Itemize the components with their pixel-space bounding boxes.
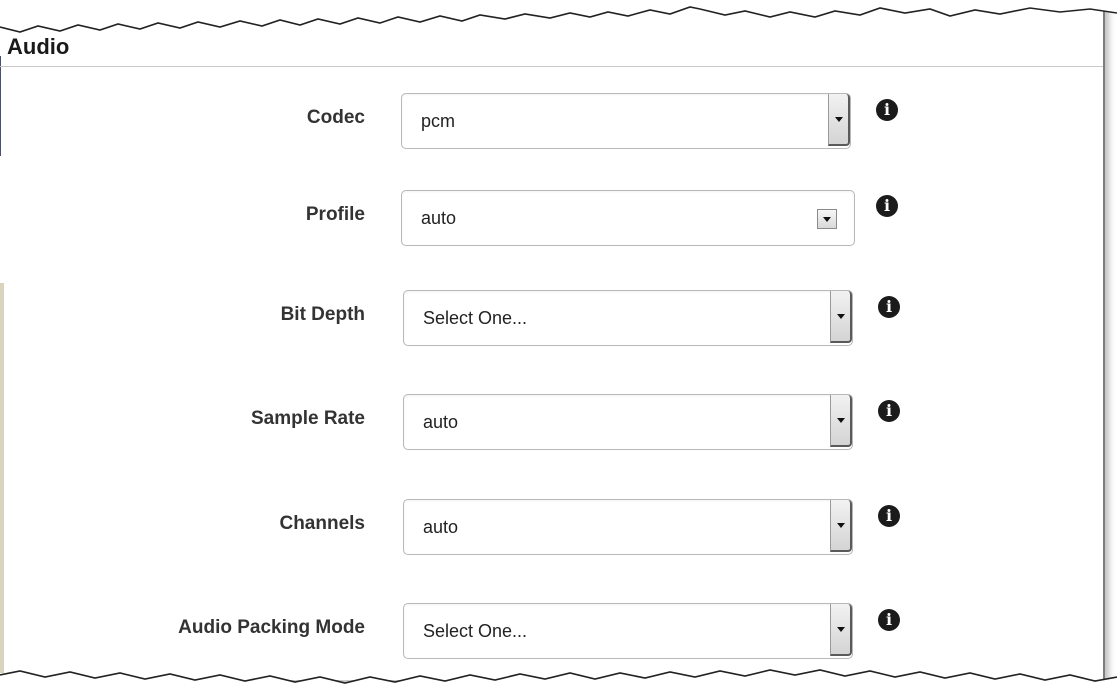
codec-label: Codec xyxy=(306,107,365,128)
section-title: Audio xyxy=(7,34,70,59)
profile-label: Profile xyxy=(305,204,365,225)
chevron-down-icon[interactable] xyxy=(817,209,837,229)
chevron-down-icon[interactable] xyxy=(830,291,852,343)
audio-packing-mode-dropdown[interactable]: Select One... xyxy=(403,603,853,659)
profile-value: auto xyxy=(421,208,457,228)
audio-packing-mode-row: Audio Packing Mode Select One... i xyxy=(0,603,1000,659)
channels-label: Channels xyxy=(279,513,365,534)
profile-row: Profile auto i xyxy=(0,190,1000,246)
screenshot-stage: Audio Codec pcm i Profile auto i Bit Dep… xyxy=(0,0,1117,697)
chevron-down-icon[interactable] xyxy=(830,604,852,656)
info-icon[interactable]: i xyxy=(878,400,900,422)
profile-dropdown[interactable]: auto xyxy=(401,190,855,246)
codec-row: Codec pcm i xyxy=(0,93,1000,149)
chevron-down-icon[interactable] xyxy=(830,500,852,552)
info-icon[interactable]: i xyxy=(878,296,900,318)
info-icon[interactable]: i xyxy=(878,609,900,631)
torn-edge-bottom xyxy=(0,669,1117,697)
sample-rate-dropdown[interactable]: auto xyxy=(403,394,853,450)
channels-row: Channels auto i xyxy=(0,499,1000,555)
bit-depth-label: Bit Depth xyxy=(280,304,365,325)
torn-edge-top xyxy=(0,0,1117,33)
chevron-down-icon[interactable] xyxy=(830,395,852,447)
codec-value: pcm xyxy=(421,111,456,131)
info-icon[interactable]: i xyxy=(878,505,900,527)
info-icon[interactable]: i xyxy=(876,99,898,121)
audio-packing-mode-label: Audio Packing Mode xyxy=(178,617,365,638)
channels-value: auto xyxy=(423,517,459,537)
channels-dropdown[interactable]: auto xyxy=(403,499,853,555)
sample-rate-label: Sample Rate xyxy=(250,408,365,429)
chevron-down-icon[interactable] xyxy=(828,94,850,146)
info-icon[interactable]: i xyxy=(876,195,898,217)
bit-depth-row: Bit Depth Select One... i xyxy=(0,290,1000,346)
codec-dropdown[interactable]: pcm xyxy=(401,93,851,149)
audio-packing-mode-value: Select One... xyxy=(423,621,528,641)
section-divider xyxy=(0,66,1103,67)
sample-rate-value: auto xyxy=(423,412,459,432)
sample-rate-row: Sample Rate auto i xyxy=(0,394,1000,450)
bit-depth-dropdown[interactable]: Select One... xyxy=(403,290,853,346)
bit-depth-value: Select One... xyxy=(423,308,528,328)
